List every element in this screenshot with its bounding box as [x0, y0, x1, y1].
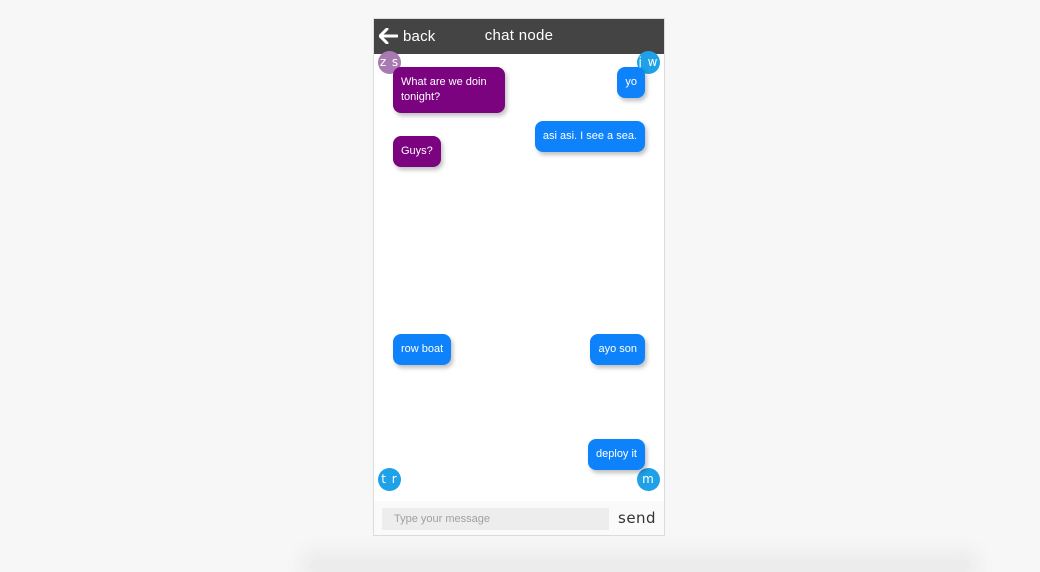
message-bubble-zs-1: What are we doin tonight?	[393, 67, 505, 113]
message-bubble-mt-1: ayo son	[590, 334, 645, 365]
avatar-tr[interactable]: t r	[378, 468, 401, 491]
avatar-mt[interactable]: m t	[637, 468, 660, 509]
message-bubble-tr-1: row boat	[393, 334, 452, 365]
chat-window: back chat node z s j w t r m t What are …	[373, 18, 665, 536]
message-bubble-jw-2: asi asi. I see a sea.	[534, 121, 645, 152]
message-bubble-zs-2: Guys?	[393, 136, 441, 167]
message-bubble-mt-2: deploy it	[588, 439, 645, 470]
page-title: chat node	[484, 27, 554, 44]
app-header: back chat node	[374, 19, 664, 54]
message-composer: send	[374, 501, 664, 535]
message-bubble-jw-1: yo	[617, 67, 645, 98]
background-shadow	[310, 560, 970, 572]
send-button[interactable]: send	[618, 509, 656, 527]
message-input[interactable]	[382, 508, 609, 530]
